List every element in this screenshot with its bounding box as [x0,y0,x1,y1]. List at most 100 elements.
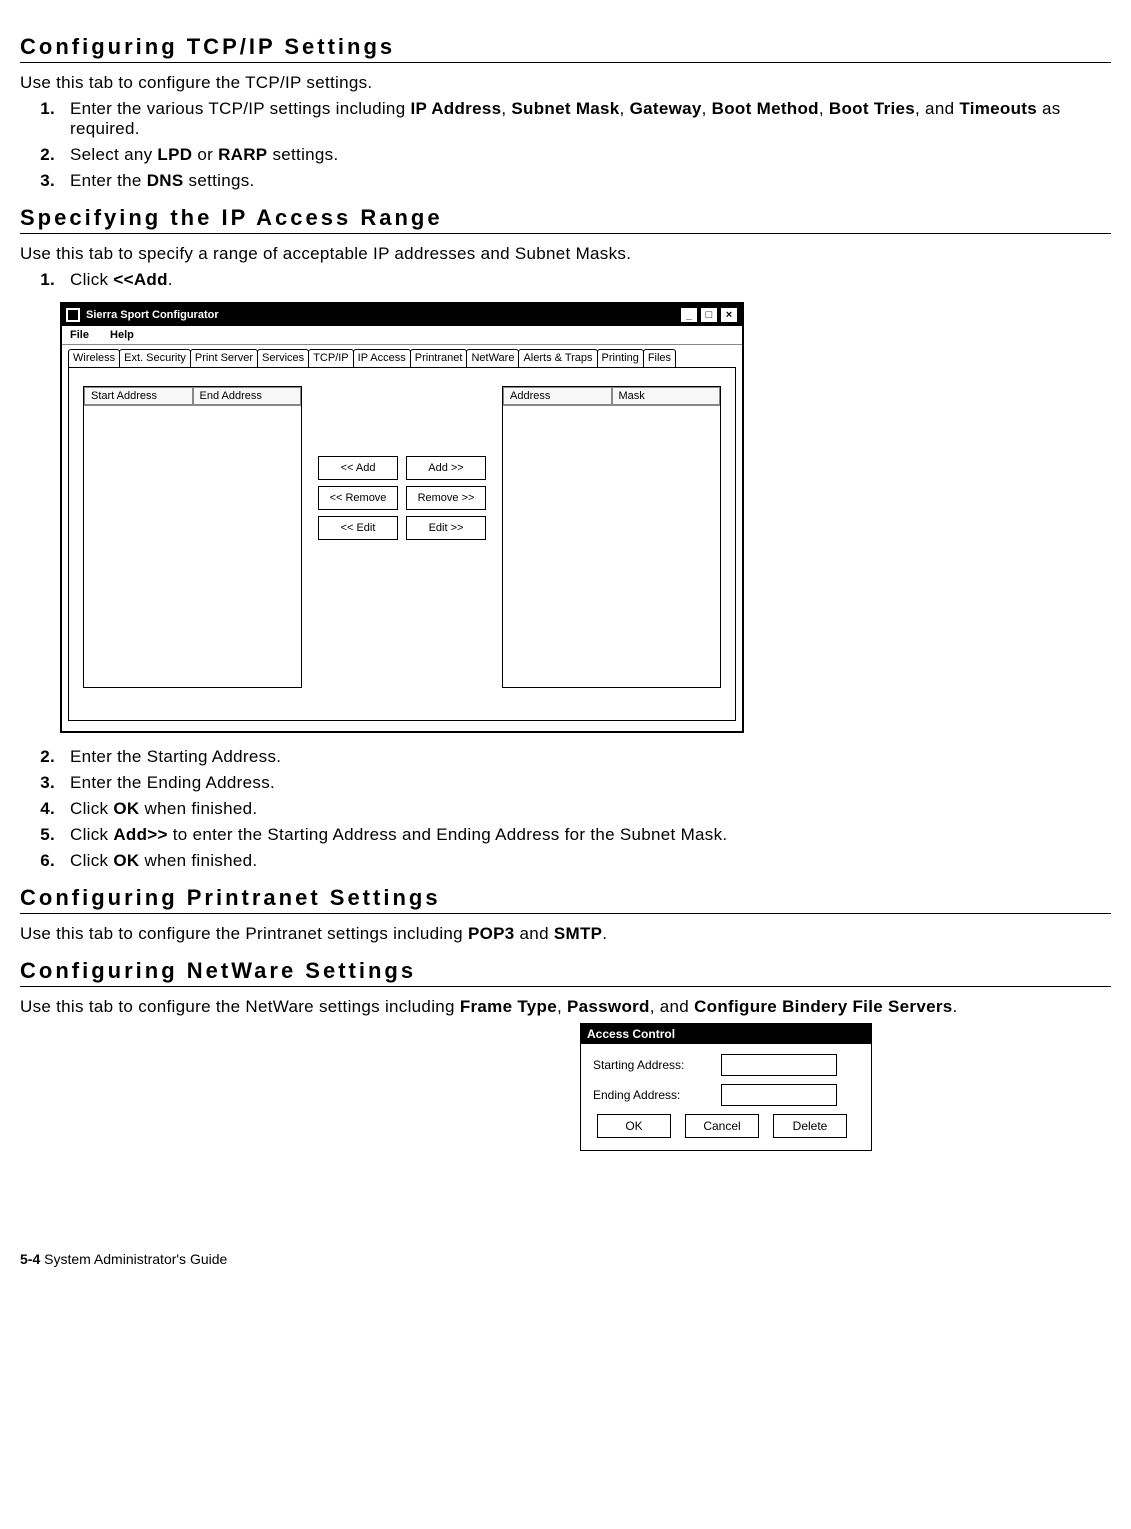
text: Use this tab to configure the NetWare se… [20,997,460,1016]
list-item: Select any LPD or RARP settings. [60,145,1111,165]
system-icon [66,308,80,322]
ending-address-input[interactable] [721,1084,837,1106]
close-button[interactable]: × [720,307,738,323]
term-boot-tries: Boot Tries [829,99,915,118]
list-item: Enter the Starting Address. [60,747,1111,767]
text: Enter the [70,171,147,190]
text: , and [915,99,959,118]
list-item: Click Add>> to enter the Starting Addres… [60,825,1111,845]
term-ok: OK [113,799,139,818]
col-address[interactable]: Address [503,387,612,405]
heading-ip-range: Specifying the IP Access Range [20,205,1111,234]
dialog-title: Access Control [581,1024,871,1044]
text: settings. [184,171,255,190]
center-buttons: << Add Add >> << Remove Remove >> << Edi… [318,456,486,540]
text: . [602,924,607,943]
term-subnet-mask: Subnet Mask [511,99,619,118]
text: and [515,924,554,943]
tab-ext-security[interactable]: Ext. Security [119,349,191,367]
text: Click [70,270,113,289]
heading-printranet: Configuring Printranet Settings [20,885,1111,914]
term-ip-address: IP Address [410,99,501,118]
text: , [819,99,829,118]
tab-files[interactable]: Files [643,349,676,367]
left-list[interactable]: Start Address End Address [83,386,302,688]
menu-help[interactable]: Help [110,329,134,341]
ending-address-label: Ending Address: [593,1088,713,1102]
term-password: Password [567,997,650,1016]
page-number: 5-4 [20,1251,40,1267]
minimize-button[interactable]: _ [680,307,698,323]
remove-right-button[interactable]: Remove >> [406,486,486,510]
col-end-address[interactable]: End Address [193,387,302,405]
tab-services[interactable]: Services [257,349,309,367]
heading-tcpip: Configuring TCP/IP Settings [20,34,1111,63]
tab-panel: Start Address End Address << Add Add >> … [68,367,736,721]
printranet-intro: Use this tab to configure the Printranet… [20,924,1111,944]
list-item: Click OK when finished. [60,851,1111,871]
text: Use this tab to configure the Printranet… [20,924,468,943]
edit-right-button[interactable]: Edit >> [406,516,486,540]
remove-left-button[interactable]: << Remove [318,486,398,510]
text: settings. [267,145,338,164]
starting-address-label: Starting Address: [593,1058,713,1072]
term-add: <<Add [113,270,167,289]
iprange-intro: Use this tab to specify a range of accep… [20,244,1111,264]
text: , [620,99,630,118]
configurator-window: Sierra Sport Configurator _ □ × File Hel… [60,302,744,733]
tab-tcpip[interactable]: TCP/IP [308,349,353,367]
menu-file[interactable]: File [70,329,89,341]
window-title: Sierra Sport Configurator [86,309,219,321]
tab-ip-access[interactable]: IP Access [353,349,411,367]
text: . [953,997,958,1016]
text: , [557,997,567,1016]
text: Click [70,825,113,844]
tab-wireless[interactable]: Wireless [68,349,120,367]
list-item: Enter the various TCP/IP settings includ… [60,99,1111,139]
text: Click [70,851,113,870]
term-frame-type: Frame Type [460,997,557,1016]
delete-button[interactable]: Delete [773,1114,847,1138]
text: when finished. [139,851,257,870]
term-pop3: POP3 [468,924,515,943]
text: , [702,99,712,118]
title-bar: Sierra Sport Configurator _ □ × [62,304,742,326]
tab-print-server[interactable]: Print Server [190,349,258,367]
term-rarp: RARP [218,145,267,164]
term-timeouts: Timeouts [959,99,1037,118]
tab-printing[interactable]: Printing [597,349,644,367]
text: when finished. [139,799,257,818]
menu-bar: File Help [62,326,742,345]
text: , and [650,997,694,1016]
tab-netware[interactable]: NetWare [466,349,519,367]
iprange-steps-top: Click <<Add. [20,270,1111,290]
add-right-button[interactable]: Add >> [406,456,486,480]
col-mask[interactable]: Mask [612,387,721,405]
text: Select any [70,145,157,164]
iprange-steps-bottom: Enter the Starting Address. Enter the En… [20,747,1111,871]
footer-title: System Administrator's Guide [40,1251,227,1267]
term-gateway: Gateway [630,99,702,118]
cancel-button[interactable]: Cancel [685,1114,759,1138]
text: . [168,270,173,289]
term-boot-method: Boot Method [712,99,819,118]
left-list-header: Start Address End Address [84,387,301,406]
edit-left-button[interactable]: << Edit [318,516,398,540]
term-add-right: Add>> [113,825,167,844]
list-item: Enter the DNS settings. [60,171,1111,191]
col-start-address[interactable]: Start Address [84,387,193,405]
maximize-button[interactable]: □ [700,307,718,323]
starting-address-input[interactable] [721,1054,837,1076]
text: or [192,145,218,164]
add-left-button[interactable]: << Add [318,456,398,480]
text: , [501,99,511,118]
right-list[interactable]: Address Mask [502,386,721,688]
tab-printranet[interactable]: Printranet [410,349,468,367]
dialog-body: Starting Address: Ending Address: OK Can… [581,1044,871,1150]
ok-button[interactable]: OK [597,1114,671,1138]
page-footer: 5-4 System Administrator's Guide [20,1251,1111,1267]
text: to enter the Starting Address and Ending… [168,825,728,844]
tab-alerts-traps[interactable]: Alerts & Traps [518,349,597,367]
list-item: Enter the Ending Address. [60,773,1111,793]
access-control-dialog: Access Control Starting Address: Ending … [580,1023,872,1151]
